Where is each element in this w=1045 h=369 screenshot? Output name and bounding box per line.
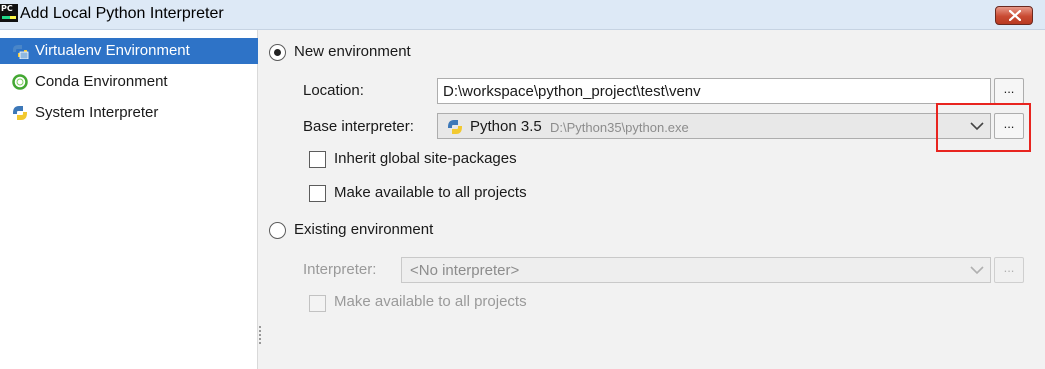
- interpreter-browse-button[interactable]: ...: [994, 257, 1024, 283]
- make-available-checkbox[interactable]: [309, 185, 326, 202]
- python-icon: [448, 120, 462, 134]
- virtualenv-icon: [13, 45, 29, 59]
- base-interpreter-label: Base interpreter:: [303, 118, 414, 135]
- title-bar[interactable]: PC Add Local Python Interpreter: [0, 0, 1045, 30]
- interpreter-label: Interpreter:: [303, 261, 377, 278]
- new-environment-label: New environment: [294, 43, 411, 60]
- location-label: Location:: [303, 82, 364, 99]
- interpreter-type-list[interactable]: Virtualenv Environment Conda Environment…: [0, 30, 258, 369]
- close-icon: [1009, 10, 1021, 21]
- location-input[interactable]: D:\workspace\python_project\test\venv: [437, 78, 991, 104]
- pycharm-app-icon: PC: [0, 4, 18, 22]
- close-button[interactable]: [995, 6, 1033, 25]
- sidebar-item-label: Virtualenv Environment: [35, 42, 190, 59]
- base-interpreter-path: D:\Python35\python.exe: [550, 120, 689, 135]
- location-value: D:\workspace\python_project\test\venv: [443, 83, 701, 100]
- new-environment-radio[interactable]: [269, 44, 286, 61]
- window-title: Add Local Python Interpreter: [20, 5, 224, 22]
- sidebar-item-virtualenv[interactable]: Virtualenv Environment: [0, 38, 258, 64]
- base-interpreter-dropdown[interactable]: Python 3.5 D:\Python35\python.exe: [437, 113, 991, 139]
- existing-make-available-label: Make available to all projects: [334, 293, 527, 310]
- sidebar-item-system-interpreter[interactable]: System Interpreter: [0, 100, 258, 126]
- interpreter-dropdown[interactable]: <No interpreter>: [401, 257, 991, 283]
- existing-environment-label: Existing environment: [294, 221, 434, 238]
- pane-splitter-handle[interactable]: [259, 326, 262, 348]
- existing-make-available-checkbox[interactable]: [309, 295, 326, 312]
- sidebar-item-label: System Interpreter: [35, 104, 159, 121]
- make-available-label: Make available to all projects: [334, 184, 527, 201]
- inherit-site-packages-checkbox[interactable]: [309, 151, 326, 168]
- annotation-highlight-box: [936, 103, 1031, 152]
- python-icon: [13, 106, 27, 120]
- inherit-site-packages-label: Inherit global site-packages: [334, 150, 517, 167]
- sidebar-item-conda[interactable]: Conda Environment: [0, 69, 258, 95]
- base-interpreter-name: Python 3.5: [470, 118, 542, 135]
- existing-environment-radio[interactable]: [269, 222, 286, 239]
- location-browse-button[interactable]: ...: [994, 78, 1024, 104]
- conda-icon: [12, 74, 28, 90]
- chevron-down-icon: [970, 266, 984, 275]
- sidebar-item-label: Conda Environment: [35, 73, 168, 90]
- interpreter-value: <No interpreter>: [410, 262, 520, 279]
